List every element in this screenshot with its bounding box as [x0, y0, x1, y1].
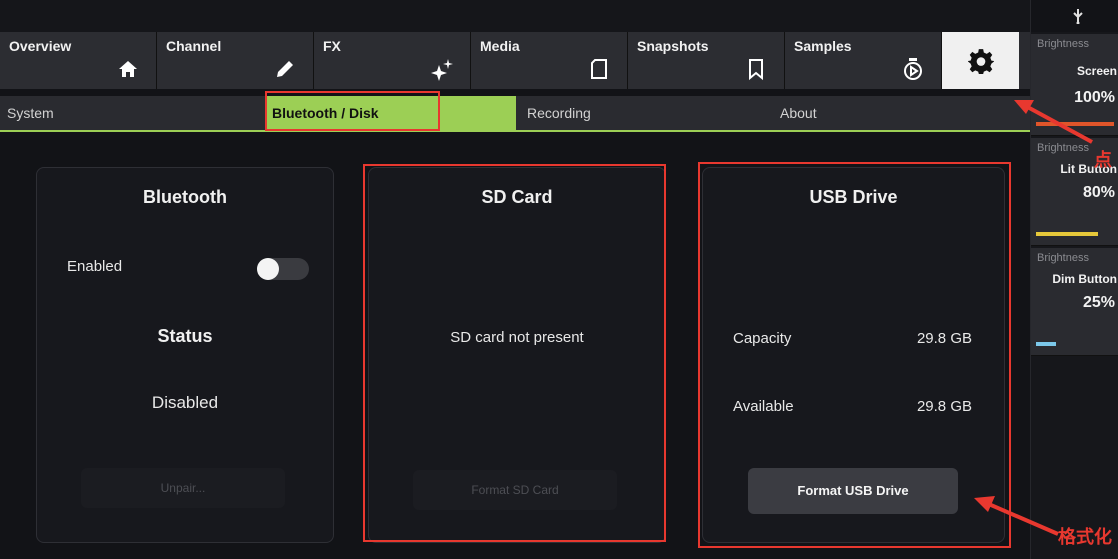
arrow-to-format-usb — [983, 500, 1059, 536]
arrow-to-settings-tab — [1021, 102, 1093, 144]
annotation-click-note: 点 — [1094, 150, 1112, 170]
mixer-screen: Overview Channel FX Media Snapshots Samp… — [0, 0, 1118, 559]
annotation-arrows — [974, 100, 1093, 536]
annotation-format-note: 格式化 — [1058, 527, 1112, 547]
